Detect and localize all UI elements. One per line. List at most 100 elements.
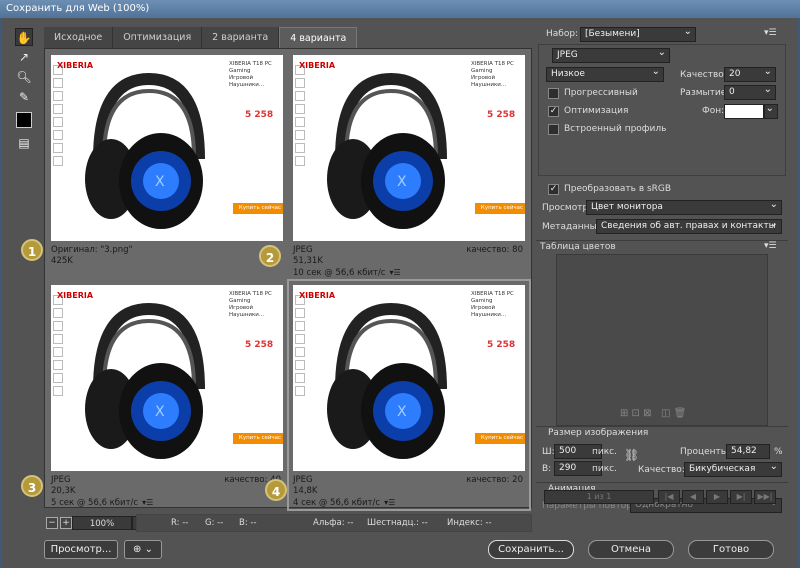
last-frame-icon[interactable]: ▶▶|	[754, 490, 776, 504]
readout-b: B: --	[239, 518, 257, 528]
product-description: XIBERIA T18 PC Gaming Игровой Наушники...	[471, 291, 514, 318]
preset-dropdown[interactable]: [Безымени]	[580, 25, 696, 42]
color-table-menu-icon[interactable]: ▾☰	[764, 241, 777, 251]
readout-index: Индекс: --	[447, 518, 492, 528]
zoom-out-icon[interactable]: −	[46, 517, 58, 529]
matte-dropdown[interactable]	[764, 102, 778, 119]
convert-srgb-label: Преобразовать в sRGB	[564, 184, 672, 194]
preview-pane-1[interactable]: XIBERIA X XIBERIA T18 PC Gaming Игровой Н…	[47, 51, 287, 279]
width-unit: пикс.	[592, 447, 617, 457]
constrain-proportions-icon[interactable]: ⛓︎	[624, 448, 639, 462]
percent-sign: %	[774, 447, 783, 457]
next-frame-icon[interactable]: ▶|	[730, 490, 752, 504]
pane-number-badge-3: 3	[21, 475, 43, 497]
zoom-tool-icon[interactable]: 🔍︎	[15, 68, 33, 86]
previous-frame-icon[interactable]: ◀	[682, 490, 704, 504]
buy-now-button: Купить сейчас	[233, 203, 283, 214]
product-price: 5 258	[487, 340, 516, 350]
format-dropdown[interactable]: JPEG	[552, 46, 670, 63]
progressive-checkbox[interactable]	[548, 88, 559, 99]
blur-field[interactable]: 0	[724, 83, 776, 100]
resample-quality-label: Качество:	[638, 465, 685, 475]
preview-image: XIBERIA X XIBERIA T18 PC Gaming Игровой Н…	[293, 55, 525, 241]
color-table-tools-icons[interactable]: ⊞ ⊡ ⊠ ◫ 🗑︎	[620, 408, 686, 419]
view-tabs: Исходное Оптимизация 2 варианта 4 вариан…	[44, 27, 358, 48]
optimize-menu-icon[interactable]: ▾☰	[764, 28, 777, 38]
toggle-slices-icon[interactable]: ▤	[15, 134, 33, 152]
matte-color-swatch[interactable]	[724, 104, 764, 119]
eyedropper-color-swatch[interactable]	[16, 112, 32, 128]
pane-info: JPEG 51,31K 10 сек @ 56,6 кбит/с ▾☰ качес…	[293, 245, 523, 278]
zoom-level-field[interactable]: 100%	[72, 516, 132, 530]
tab-4-up[interactable]: 4 варианта	[279, 27, 358, 48]
product-description: XIBERIA T18 PC Gaming Игровой Наушники...	[229, 291, 272, 318]
percent-label: Проценты:	[680, 447, 731, 457]
height-label: В:	[542, 464, 552, 474]
product-description: XIBERIA T18 PC Gaming Игровой Наушники...	[229, 61, 272, 88]
headphone-image: X	[327, 72, 447, 229]
quality-field[interactable]: 20	[724, 65, 776, 82]
hand-tool-icon[interactable]: ✋	[15, 28, 33, 46]
save-button[interactable]: Сохранить...	[488, 540, 574, 559]
frame-counter: 1 из 1	[544, 490, 654, 504]
product-thumbnails	[295, 65, 307, 169]
matte-label: Фон:	[702, 106, 725, 116]
tool-panel: ✋ ↗ 🔍︎ ✎ ▤	[12, 26, 36, 156]
image-size-title: Размер изображения	[548, 428, 649, 438]
product-thumbnails	[53, 295, 65, 399]
optimized-checkbox[interactable]: ✓	[548, 106, 559, 117]
pane-number-badge-1: 1	[21, 239, 43, 261]
divider	[536, 482, 788, 483]
download-rate-menu-icon[interactable]: ▾☰	[142, 497, 153, 508]
compression-dropdown[interactable]: Низкое	[546, 65, 664, 82]
headphone-image: X	[85, 72, 205, 229]
product-price: 5 258	[245, 340, 274, 350]
preview-in-browser-button[interactable]: Просмотр...	[44, 540, 118, 559]
status-bar: − + 100% ⌄ R: -- G: -- B: -- Альфа: -- Ш…	[44, 514, 532, 532]
buy-now-button: Купить сейчас	[233, 433, 283, 444]
tab-optimized[interactable]: Оптимизация	[113, 27, 203, 48]
resample-quality-dropdown[interactable]: Бикубическая	[684, 460, 782, 477]
divider	[536, 240, 788, 241]
zoom-in-icon[interactable]: +	[60, 517, 72, 529]
preview-pane-2[interactable]: XIBERIA X XIBERIA T18 PC Gaming Игровой Н…	[289, 51, 529, 279]
color-table[interactable]	[556, 254, 768, 426]
tab-2-up[interactable]: 2 варианта	[202, 27, 280, 48]
optimized-label: Оптимизация	[564, 106, 629, 116]
embed-profile-checkbox[interactable]	[548, 124, 559, 135]
download-rate-menu-icon[interactable]: ▾☰	[389, 267, 400, 278]
blur-label: Размытие:	[680, 88, 730, 98]
browser-select-button[interactable]: ⊕︎ ⌄	[124, 540, 162, 559]
preview-viewport[interactable]: XIBERIA X XIBERIA T18 PC Gaming Игровой Н…	[21, 48, 532, 511]
readout-g: G: --	[205, 518, 224, 528]
preview-pane-3[interactable]: XIBERIA X XIBERIA T18 PC Gaming Игровой Н…	[47, 281, 287, 509]
cancel-button[interactable]: Отмена	[588, 540, 674, 559]
eyedropper-tool-icon[interactable]: ✎	[15, 88, 33, 106]
browser-icon: ⊕︎ ⌄	[133, 544, 153, 555]
download-rate-menu-icon[interactable]: ▾☰	[384, 497, 395, 508]
readout-hex: Шестнадц.: --	[367, 518, 428, 528]
slice-select-tool-icon[interactable]: ↗	[15, 48, 33, 66]
metadata-dropdown[interactable]: Сведения об авт. правах и контакты	[596, 217, 782, 234]
divider	[536, 426, 788, 427]
pane-info: JPEG 14,8K 4 сек @ 56,6 кбит/с ▾☰ качеств…	[293, 475, 523, 508]
preview-image: XIBERIA X XIBERIA T18 PC Gaming Игровой Н…	[51, 285, 283, 471]
percent-field[interactable]: 54,82	[726, 444, 770, 459]
convert-srgb-checkbox[interactable]: ✓	[548, 184, 559, 195]
preview-pane-4[interactable]: XIBERIA X XIBERIA T18 PC Gaming Игровой Н…	[287, 279, 531, 511]
first-frame-icon[interactable]: |◀	[658, 490, 680, 504]
headphone-image: X	[85, 302, 205, 459]
product-price: 5 258	[245, 110, 274, 120]
tab-original[interactable]: Исходное	[44, 27, 114, 48]
done-button[interactable]: Готово	[688, 540, 774, 559]
play-icon[interactable]: ▶	[706, 490, 728, 504]
svg-text:X: X	[155, 174, 165, 190]
height-unit: пикс.	[592, 464, 617, 474]
pane-number-badge-2: 2	[259, 245, 281, 267]
svg-text:X: X	[155, 404, 165, 420]
embed-profile-label: Встроенный профиль	[564, 124, 667, 134]
color-table-title: Таблица цветов	[540, 242, 616, 252]
width-label: Ш:	[542, 447, 555, 457]
preview-mode-dropdown[interactable]: Цвет монитора	[586, 198, 782, 215]
readout-alpha: Альфа: --	[313, 518, 354, 528]
